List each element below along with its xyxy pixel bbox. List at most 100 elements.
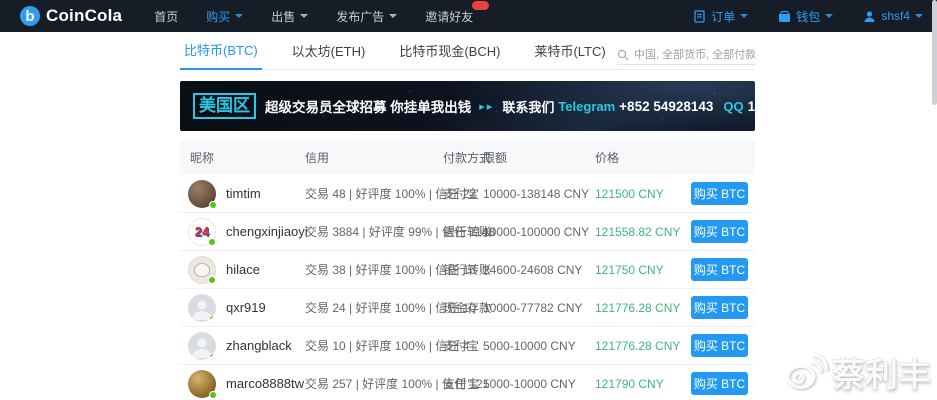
notification-badge bbox=[472, 1, 489, 10]
chevron-down-icon bbox=[825, 14, 833, 18]
online-status-dot bbox=[208, 276, 216, 284]
brand-name: CoinCola bbox=[46, 6, 122, 26]
filter-search[interactable] bbox=[617, 49, 755, 65]
table-row: zhangblack 交易 10 | 好评度 100% | 信任 4 支付宝 5… bbox=[180, 327, 755, 365]
top-navbar: b CoinCola 首页 购买 出售 发布广告 邀请好友 订单 钱包 bbox=[0, 0, 937, 32]
nav-item-buy[interactable]: 购买 bbox=[206, 8, 243, 25]
tab-eth[interactable]: 以太坊(ETH) bbox=[288, 41, 370, 69]
offers-table: 昵称 信用 付款方式 限额 价格 timtim 交易 48 | 好评度 100%… bbox=[180, 140, 755, 400]
user-icon bbox=[863, 10, 876, 23]
arrows-icon: ▸▸ bbox=[479, 100, 494, 113]
payment-method: 支付宝 bbox=[443, 375, 483, 392]
avatar[interactable] bbox=[188, 256, 216, 284]
trader-name[interactable]: timtim bbox=[226, 186, 261, 201]
qq-number: 1022836491 bbox=[748, 99, 755, 114]
nav-label: 发布广告 bbox=[336, 8, 384, 25]
watermark-text: 蔡利丰 bbox=[832, 348, 931, 396]
trader-name[interactable]: hilace bbox=[226, 262, 260, 277]
avatar[interactable]: 24 bbox=[188, 218, 216, 246]
brand-logo[interactable]: b CoinCola bbox=[20, 6, 122, 26]
col-limit: 限额 bbox=[483, 149, 595, 166]
nav-label: 出售 bbox=[271, 8, 295, 25]
table-row: marco8888tw 交易 257 | 好评度 100% | 信任 121 支… bbox=[180, 365, 755, 400]
payment-method: 现金存款 bbox=[443, 299, 483, 316]
coin-tabs: 比特币(BTC) 以太坊(ETH) 比特币现金(BCH) 莱特币(LTC) bbox=[180, 42, 755, 70]
nav-item-wallet[interactable]: 钱包 bbox=[778, 8, 833, 25]
table-row: hilace 交易 38 | 好评度 100% | 信任 16 银行转账 246… bbox=[180, 251, 755, 289]
weibo-watermark: 蔡利丰 bbox=[784, 348, 931, 396]
col-payment: 付款方式 bbox=[443, 149, 483, 166]
credit-info: 交易 38 | 好评度 100% | 信任 16 bbox=[305, 261, 443, 278]
trade-limit: 24600-24608 CNY bbox=[483, 263, 595, 277]
online-status-dot bbox=[209, 391, 217, 399]
buy-btc-button[interactable]: 购买 BTC bbox=[691, 296, 748, 319]
nav-item-invite-friends[interactable]: 邀请好友 bbox=[425, 8, 473, 25]
promo-banner[interactable]: 美国区 超级交易员全球招募 你挂单我出钱 ▸▸ 联系我们 Telegram +8… bbox=[180, 81, 755, 131]
online-status-dot bbox=[209, 353, 216, 360]
credit-info: 交易 24 | 好评度 100% | 信任 10 bbox=[305, 299, 443, 316]
wallet-icon bbox=[778, 10, 791, 23]
buy-btc-button[interactable]: 购买 BTC bbox=[691, 220, 748, 243]
nav-item-orders[interactable]: 订单 bbox=[693, 8, 748, 25]
telegram-number: +852 54928143 bbox=[619, 99, 713, 114]
col-credit: 信用 bbox=[305, 149, 443, 166]
price: 121790 CNY bbox=[595, 377, 687, 391]
price: 121500 CNY bbox=[595, 187, 687, 201]
col-price: 价格 bbox=[595, 149, 687, 166]
table-row: timtim 交易 48 | 好评度 100% | 信任 22 支付宝 1000… bbox=[180, 175, 755, 213]
nav-label: shsf4 bbox=[881, 9, 910, 23]
payment-method: 支付宝 bbox=[443, 337, 483, 354]
credit-info: 交易 3884 | 好评度 99% | 信任 1148 bbox=[305, 223, 443, 240]
nav-label: 订单 bbox=[711, 8, 735, 25]
avatar[interactable] bbox=[188, 370, 216, 398]
avatar[interactable] bbox=[188, 332, 216, 360]
table-row: qxr919 交易 24 | 好评度 100% | 信任 10 现金存款 100… bbox=[180, 289, 755, 327]
nav-item-user-account[interactable]: shsf4 bbox=[863, 9, 923, 23]
main-content: 比特币(BTC) 以太坊(ETH) 比特币现金(BCH) 莱特币(LTC) 美国… bbox=[180, 42, 755, 400]
buy-btc-button[interactable]: 购买 BTC bbox=[691, 372, 748, 395]
navbar-right: 订单 钱包 shsf4 bbox=[663, 8, 923, 25]
payment-method: 银行转账 bbox=[443, 223, 483, 240]
avatar[interactable] bbox=[188, 294, 216, 322]
online-status-dot bbox=[208, 238, 216, 246]
table-header: 昵称 信用 付款方式 限额 价格 bbox=[180, 140, 755, 175]
buy-btc-button[interactable]: 购买 BTC bbox=[691, 258, 748, 281]
avatar[interactable] bbox=[188, 180, 216, 208]
buy-btc-button[interactable]: 购买 BTC bbox=[691, 334, 748, 357]
tab-ltc[interactable]: 莱特币(LTC) bbox=[530, 41, 609, 69]
credit-info: 交易 48 | 好评度 100% | 信任 22 bbox=[305, 185, 443, 202]
table-row: 24 chengxinjiaoyi 交易 3884 | 好评度 99% | 信任… bbox=[180, 213, 755, 251]
nav-item-post-ad[interactable]: 发布广告 bbox=[336, 8, 397, 25]
telegram-label: Telegram bbox=[558, 99, 615, 114]
avatar-text: 24 bbox=[195, 224, 209, 239]
price: 121750 CNY bbox=[595, 263, 687, 277]
nav-item-home[interactable]: 首页 bbox=[154, 8, 178, 25]
tab-bch[interactable]: 比特币现金(BCH) bbox=[395, 41, 504, 69]
search-icon bbox=[617, 49, 629, 61]
trader-name[interactable]: zhangblack bbox=[226, 338, 292, 353]
trader-name[interactable]: chengxinjiaoyi bbox=[226, 224, 308, 239]
price: 121776.28 CNY bbox=[595, 301, 687, 315]
search-input[interactable] bbox=[634, 49, 755, 61]
contact-label: 联系我们 bbox=[502, 97, 554, 116]
trader-name[interactable]: qxr919 bbox=[226, 300, 266, 315]
nav-label: 首页 bbox=[154, 8, 178, 25]
nav-item-sell[interactable]: 出售 bbox=[271, 8, 308, 25]
chevron-down-icon bbox=[235, 14, 243, 18]
chevron-down-icon bbox=[389, 14, 397, 18]
nav-label: 钱包 bbox=[796, 8, 820, 25]
online-status-dot bbox=[209, 201, 217, 209]
nav-label: 邀请好友 bbox=[425, 8, 473, 25]
credit-info: 交易 257 | 好评度 100% | 信任 121 bbox=[305, 375, 443, 392]
region-tag: 美国区 bbox=[193, 93, 256, 119]
trade-limit: 5000-10000 CNY bbox=[483, 339, 595, 353]
tab-btc[interactable]: 比特币(BTC) bbox=[180, 40, 262, 70]
buy-btc-button[interactable]: 购买 BTC bbox=[691, 182, 748, 205]
scrollbar[interactable] bbox=[932, 0, 937, 105]
chevron-down-icon bbox=[740, 14, 748, 18]
trade-limit: 10000-77782 CNY bbox=[483, 301, 595, 315]
col-nickname: 昵称 bbox=[180, 149, 305, 166]
trader-name[interactable]: marco8888tw bbox=[226, 376, 304, 391]
chevron-down-icon bbox=[300, 14, 308, 18]
coincola-logo-icon: b bbox=[20, 6, 40, 26]
